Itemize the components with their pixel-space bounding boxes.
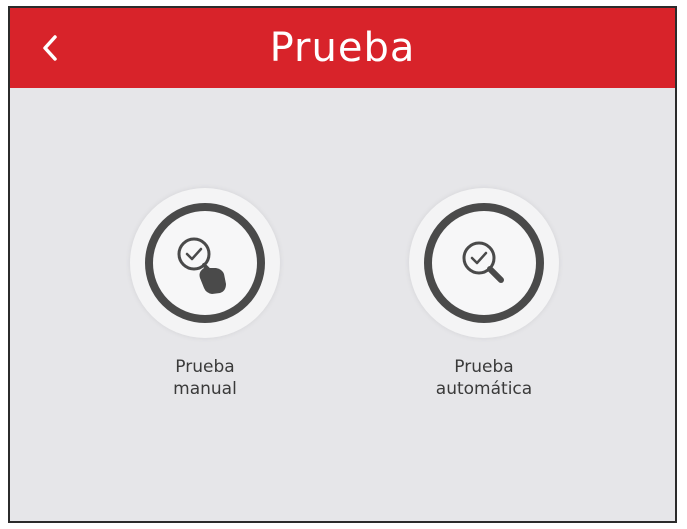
manual-test-label: Prueba manual xyxy=(173,357,237,399)
page-title: Prueba xyxy=(269,25,416,71)
header-bar: Prueba xyxy=(10,8,675,88)
auto-test-button[interactable]: Prueba automática xyxy=(384,188,584,400)
auto-test-label: Prueba automática xyxy=(435,357,533,399)
auto-test-icon-circle xyxy=(409,188,559,338)
manual-test-icon xyxy=(145,203,265,323)
manual-test-button[interactable]: Prueba manual xyxy=(105,188,305,400)
app-screen: Prueba Prueba manual Prueba automática xyxy=(8,6,677,523)
auto-test-icon xyxy=(424,203,544,323)
manual-test-icon-circle xyxy=(130,188,280,338)
